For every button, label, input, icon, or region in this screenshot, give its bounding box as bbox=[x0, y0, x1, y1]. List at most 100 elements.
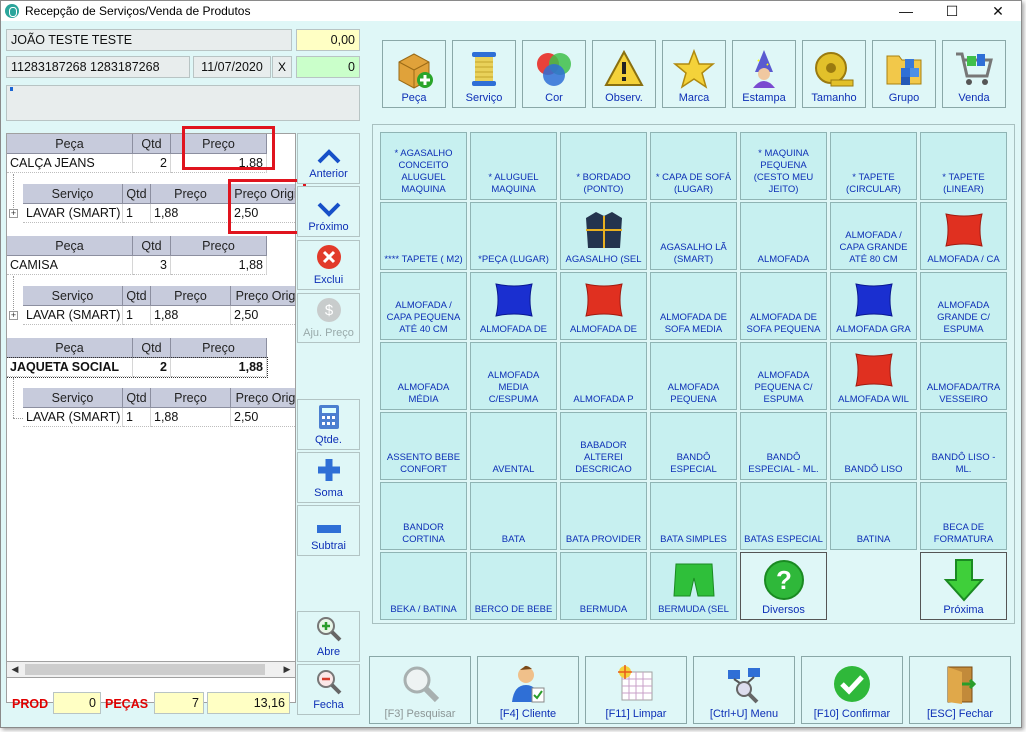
expand-icon[interactable]: + bbox=[9, 311, 18, 320]
product-button[interactable]: BERCO DE BEBE bbox=[470, 552, 557, 620]
product-button[interactable]: ALMOFADA PEQUENA bbox=[650, 342, 737, 410]
product-button[interactable]: BERMUDA bbox=[560, 552, 647, 620]
category-grupo-button[interactable]: Grupo bbox=[872, 40, 936, 108]
product-button[interactable]: ALMOFADA DE SOFA PEQUENA bbox=[740, 272, 827, 340]
product-button[interactable]: * TAPETE (LINEAR) bbox=[920, 132, 1007, 200]
product-button[interactable]: ALMOFADA MEDIA C/ESPUMA bbox=[470, 342, 557, 410]
product-button[interactable]: BANDÔ LISO bbox=[830, 412, 917, 480]
product-button[interactable]: * BORDADO (PONTO) bbox=[560, 132, 647, 200]
minimize-button[interactable]: — bbox=[883, 1, 929, 21]
product-button[interactable]: AGASALHO LÃ (SMART) bbox=[650, 202, 737, 270]
product-button[interactable]: * ALUGUEL MAQUINA bbox=[470, 132, 557, 200]
category-peca-button[interactable]: Peça bbox=[382, 40, 446, 108]
product-button[interactable]: ALMOFADA bbox=[740, 202, 827, 270]
product-label: BATINA bbox=[856, 534, 891, 545]
proximo-button[interactable]: Próximo bbox=[297, 186, 360, 237]
product-button[interactable]: ALMOFADA DE bbox=[560, 272, 647, 340]
product-button[interactable]: ALMOFADA MÉDIA bbox=[380, 342, 467, 410]
product-button[interactable]: *PEÇA (LUGAR) bbox=[470, 202, 557, 270]
horizontal-scrollbar[interactable]: ◀ ▶ bbox=[6, 661, 296, 678]
category-marca-button[interactable]: Marca bbox=[662, 40, 726, 108]
product-button[interactable]: ALMOFADA DE SOFA MEDIA bbox=[650, 272, 737, 340]
scroll-thumb[interactable] bbox=[25, 664, 265, 675]
counter-field[interactable]: 0 bbox=[296, 56, 360, 78]
category-venda-button[interactable]: Venda bbox=[942, 40, 1006, 108]
product-button[interactable]: BATINA bbox=[830, 482, 917, 550]
product-button[interactable]: * AGASALHO CONCEITO ALUGUEL MAQUINA bbox=[380, 132, 467, 200]
maximize-button[interactable]: ☐ bbox=[929, 1, 975, 21]
service-row[interactable]: LAVAR (SMART) 1 1,88 2,50 bbox=[23, 306, 295, 325]
product-button[interactable]: BABADOR ALTEREI DESCRICAO bbox=[560, 412, 647, 480]
product-button[interactable]: ALMOFADA GRANDE C/ ESPUMA bbox=[920, 272, 1007, 340]
confirmar-button[interactable]: [F10] Confirmar bbox=[801, 656, 903, 724]
client-name-field[interactable]: JOÃO TESTE TESTE bbox=[6, 29, 292, 51]
product-button[interactable]: BANDOR CORTINA bbox=[380, 482, 467, 550]
product-button[interactable]: * TAPETE (CIRCULAR) bbox=[830, 132, 917, 200]
pesquisar-button[interactable]: [F3] Pesquisar bbox=[369, 656, 471, 724]
network-search-icon bbox=[728, 668, 760, 704]
product-button[interactable]: BATA SIMPLES bbox=[650, 482, 737, 550]
date-clear-button[interactable]: X bbox=[272, 56, 292, 78]
diversos-button[interactable]: ? Diversos bbox=[740, 552, 827, 620]
category-tamanho-button[interactable]: Tamanho bbox=[802, 40, 866, 108]
product-button[interactable]: BANDÔ LISO - ML. bbox=[920, 412, 1007, 480]
limpar-button[interactable]: [F11] Limpar bbox=[585, 656, 687, 724]
product-label: * ALUGUEL MAQUINA bbox=[488, 172, 539, 195]
fechar-button[interactable]: [ESC] Fechar bbox=[909, 656, 1011, 724]
product-button[interactable]: ALMOFADA / CA bbox=[920, 202, 1007, 270]
expand-icon[interactable]: + bbox=[9, 209, 18, 218]
product-button[interactable]: BATA bbox=[470, 482, 557, 550]
scroll-left-icon[interactable]: ◀ bbox=[7, 662, 23, 677]
product-button[interactable]: BEKA / BATINA bbox=[380, 552, 467, 620]
product-button[interactable]: * MAQUINA PEQUENA (CESTO MEU JEITO) bbox=[740, 132, 827, 200]
product-button[interactable]: **** TAPETE ( M2) bbox=[380, 202, 467, 270]
ajuste-preco-button[interactable]: $ Aju. Preço bbox=[297, 293, 360, 343]
date-field[interactable]: 11/07/2020 bbox=[193, 56, 271, 78]
service-row[interactable]: LAVAR (SMART) 1 1,88 2,50 bbox=[23, 408, 295, 427]
cliente-button[interactable]: [F4] Cliente bbox=[477, 656, 579, 724]
product-button[interactable]: BERMUDA (SEL bbox=[650, 552, 737, 620]
product-button[interactable]: BECA DE FORMATURA bbox=[920, 482, 1007, 550]
qtde-button[interactable]: Qtde. bbox=[297, 399, 360, 450]
category-cor-button[interactable]: Cor bbox=[522, 40, 586, 108]
pecas-field: 7 bbox=[154, 692, 204, 714]
measuring-tape-icon bbox=[815, 52, 854, 87]
subtrai-button[interactable]: Subtrai bbox=[297, 505, 360, 556]
product-button[interactable]: ALMOFADA/TRA VESSEIRO bbox=[920, 342, 1007, 410]
qtde-label: Qtde. bbox=[315, 434, 342, 446]
scroll-right-icon[interactable]: ▶ bbox=[279, 662, 295, 677]
soma-button[interactable]: Soma bbox=[297, 452, 360, 503]
product-button[interactable]: ALMOFADA PEQUENA C/ ESPUMA bbox=[740, 342, 827, 410]
progress-area bbox=[6, 85, 360, 121]
abre-button[interactable]: Abre bbox=[297, 611, 360, 662]
close-button[interactable]: ✕ bbox=[975, 1, 1021, 21]
product-button[interactable]: BATAS ESPECIAL bbox=[740, 482, 827, 550]
category-estampa-button[interactable]: Estampa bbox=[732, 40, 796, 108]
product-button[interactable]: AGASALHO (SEL bbox=[560, 202, 647, 270]
category-observ-button[interactable]: Observ. bbox=[592, 40, 656, 108]
product-button[interactable]: BANDÔ ESPECIAL bbox=[650, 412, 737, 480]
proxima-button[interactable]: Próxima bbox=[920, 552, 1007, 620]
exclui-button[interactable]: Exclui bbox=[297, 240, 360, 290]
product-label: BANDÔ ESPECIAL - ML. bbox=[748, 452, 819, 475]
product-button[interactable]: ALMOFADA DE bbox=[470, 272, 557, 340]
product-button[interactable]: ALMOFADA / CAPA GRANDE ATÉ 80 CM bbox=[830, 202, 917, 270]
anterior-button[interactable]: Anterior bbox=[297, 133, 360, 184]
product-label: AGASALHO (SEL bbox=[565, 254, 642, 265]
product-button[interactable]: BANDÔ ESPECIAL - ML. bbox=[740, 412, 827, 480]
product-button[interactable]: * CAPA DE SOFÁ (LUGAR) bbox=[650, 132, 737, 200]
item-row[interactable]: CAMISA 3 1,88 bbox=[7, 256, 267, 275]
fecha-button[interactable]: Fecha bbox=[297, 664, 360, 715]
product-button[interactable]: ALMOFADA / CAPA PEQUENA ATÉ 40 CM bbox=[380, 272, 467, 340]
product-button[interactable]: BATA PROVIDER bbox=[560, 482, 647, 550]
item-row-selected[interactable]: JAQUETA SOCIAL 2 1,88 bbox=[7, 357, 268, 378]
product-label: **** TAPETE ( M2) bbox=[384, 254, 463, 265]
product-button[interactable]: ALMOFADA P bbox=[560, 342, 647, 410]
col-peca: Peça bbox=[7, 134, 133, 154]
product-button[interactable]: ALMOFADA GRA bbox=[830, 272, 917, 340]
category-servico-button[interactable]: Serviço bbox=[452, 40, 516, 108]
menu-button[interactable]: [Ctrl+U] Menu bbox=[693, 656, 795, 724]
product-button[interactable]: AVENTAL bbox=[470, 412, 557, 480]
product-button[interactable]: ASSENTO BEBE CONFORT bbox=[380, 412, 467, 480]
product-button[interactable]: ALMOFADA WIL bbox=[830, 342, 917, 410]
